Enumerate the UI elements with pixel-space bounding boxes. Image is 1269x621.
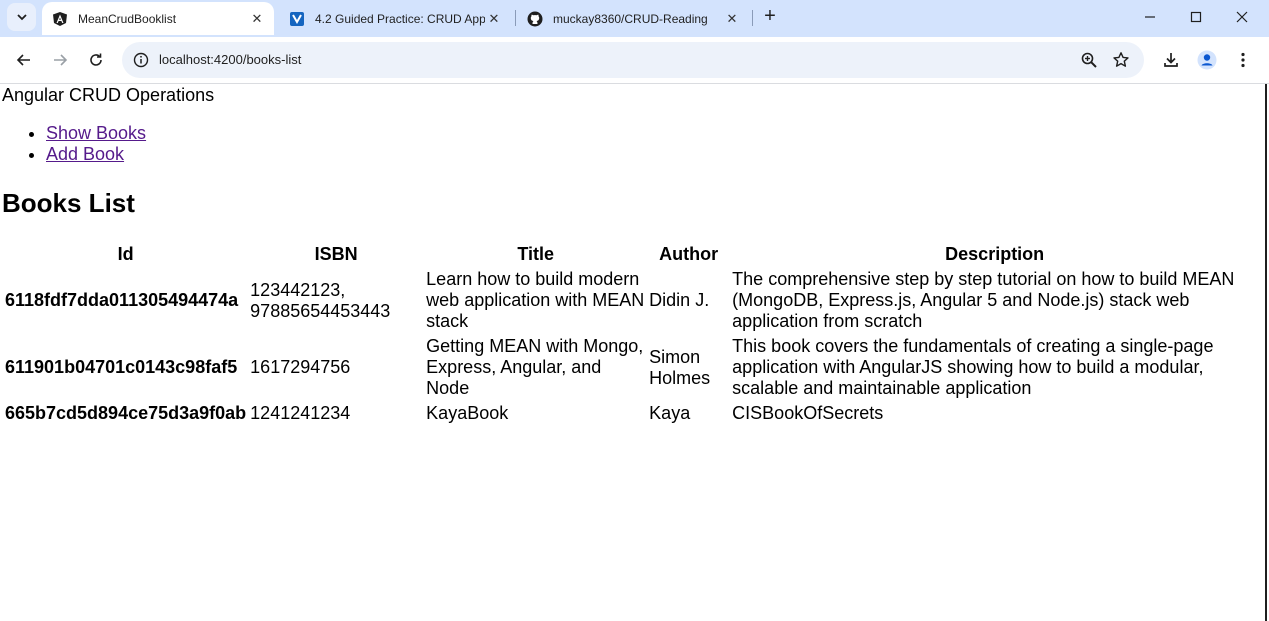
close-tab-icon[interactable]: ✕ <box>485 10 503 28</box>
cell-title: Learn how to build modern web applicatio… <box>426 269 645 331</box>
tab-title: muckay8360/CRUD-Reading <box>553 11 708 26</box>
app-nav: Show Books Add Book <box>0 123 146 165</box>
tab-strip: MeanCrudBooklist ✕ 4.2 Guided Practice: … <box>0 0 1269 37</box>
close-window-button[interactable] <box>1219 0 1265 34</box>
profile-avatar-icon[interactable] <box>1196 49 1218 71</box>
download-icon[interactable] <box>1160 49 1182 71</box>
table-row: 665b7cd5d894ce75d3a9f0ab 1241241234 Kaya… <box>4 402 1258 425</box>
angular-icon <box>52 11 68 27</box>
tab-divider <box>752 10 753 26</box>
back-button[interactable] <box>10 46 38 74</box>
cell-description: This book covers the fundamentals of cre… <box>732 336 1214 398</box>
close-tab-icon[interactable]: ✕ <box>248 10 266 28</box>
minimize-button[interactable] <box>1127 0 1173 34</box>
nav-item: Add Book <box>46 144 146 165</box>
cell-author: Simon Holmes <box>649 346 711 388</box>
cell-title: Getting MEAN with Mongo, Express, Angula… <box>426 336 644 398</box>
address-bar[interactable]: localhost:4200/books-list <box>122 42 1144 78</box>
arrow-left-icon <box>16 54 30 66</box>
shield-icon <box>289 11 305 27</box>
minimize-icon <box>1145 16 1155 18</box>
column-header-id: Id <box>117 244 134 264</box>
cell-description: CISBookOfSecrets <box>732 403 884 423</box>
url-text: localhost:4200/books-list <box>159 52 302 67</box>
page-content: Angular CRUD Operations Show Books Add B… <box>0 84 1265 621</box>
window-edge <box>1265 84 1267 621</box>
tab-search-button[interactable] <box>7 3 36 31</box>
tab-guided-practice[interactable]: 4.2 Guided Practice: CRUD Appl ✕ <box>279 2 511 35</box>
show-books-link[interactable]: Show Books <box>46 123 146 143</box>
zoom-icon[interactable] <box>1079 50 1099 70</box>
reload-button[interactable] <box>82 46 110 74</box>
cell-author: Didin J. <box>649 290 710 310</box>
cell-isbn: 1617294756 <box>250 357 351 377</box>
nav-item: Show Books <box>46 123 146 144</box>
column-header-isbn: ISBN <box>314 244 358 264</box>
site-info-icon[interactable] <box>132 51 150 69</box>
tab-meancrudbooklist[interactable]: MeanCrudBooklist ✕ <box>42 2 274 35</box>
cell-description: The comprehensive step by step tutorial … <box>732 269 1235 331</box>
close-icon <box>1236 11 1248 23</box>
browser-toolbar: localhost:4200/books-list <box>0 37 1269 84</box>
cell-id: 611901b04701c0143c98faf5 <box>5 357 238 377</box>
cell-title: KayaBook <box>426 403 509 423</box>
table-row: 611901b04701c0143c98faf5 1617294756 Gett… <box>4 335 1258 400</box>
books-table: Id ISBN Title Author Description 6118fdf… <box>2 241 1260 427</box>
column-header-title: Title <box>517 244 555 264</box>
app-title: Angular CRUD Operations <box>2 85 215 105</box>
tab-divider <box>515 10 516 26</box>
column-header-author: Author <box>659 244 719 264</box>
add-book-link[interactable]: Add Book <box>46 144 124 164</box>
maximize-icon <box>1190 11 1202 23</box>
column-header-description: Description <box>945 244 1045 264</box>
reload-icon <box>90 53 102 66</box>
cell-id: 665b7cd5d894ce75d3a9f0ab <box>5 403 247 423</box>
forward-button[interactable] <box>46 46 74 74</box>
more-menu-icon[interactable] <box>1232 49 1254 71</box>
cell-id: 6118fdf7dda011305494474a <box>5 290 239 310</box>
tab-github-crud-reading[interactable]: muckay8360/CRUD-Reading ✕ <box>517 2 749 35</box>
close-tab-icon[interactable]: ✕ <box>723 10 741 28</box>
maximize-button[interactable] <box>1173 0 1219 34</box>
cell-isbn: 1241241234 <box>250 403 351 423</box>
table-row: 6118fdf7dda011305494474a 123442123, 9788… <box>4 268 1258 333</box>
tab-title: MeanCrudBooklist <box>78 11 177 26</box>
tab-title: 4.2 Guided Practice: CRUD Appl <box>315 11 485 26</box>
bookmark-star-icon[interactable] <box>1111 50 1131 70</box>
chevron-down-icon <box>16 14 27 21</box>
page-title: Books List <box>2 188 135 218</box>
table-header-row: Id ISBN Title Author Description <box>4 243 1258 266</box>
arrow-right-icon <box>54 54 68 66</box>
cell-isbn: 123442123, 97885654453443 <box>250 279 391 321</box>
github-icon <box>527 11 543 27</box>
new-tab-button[interactable]: + <box>760 6 780 26</box>
cell-author: Kaya <box>649 403 691 423</box>
